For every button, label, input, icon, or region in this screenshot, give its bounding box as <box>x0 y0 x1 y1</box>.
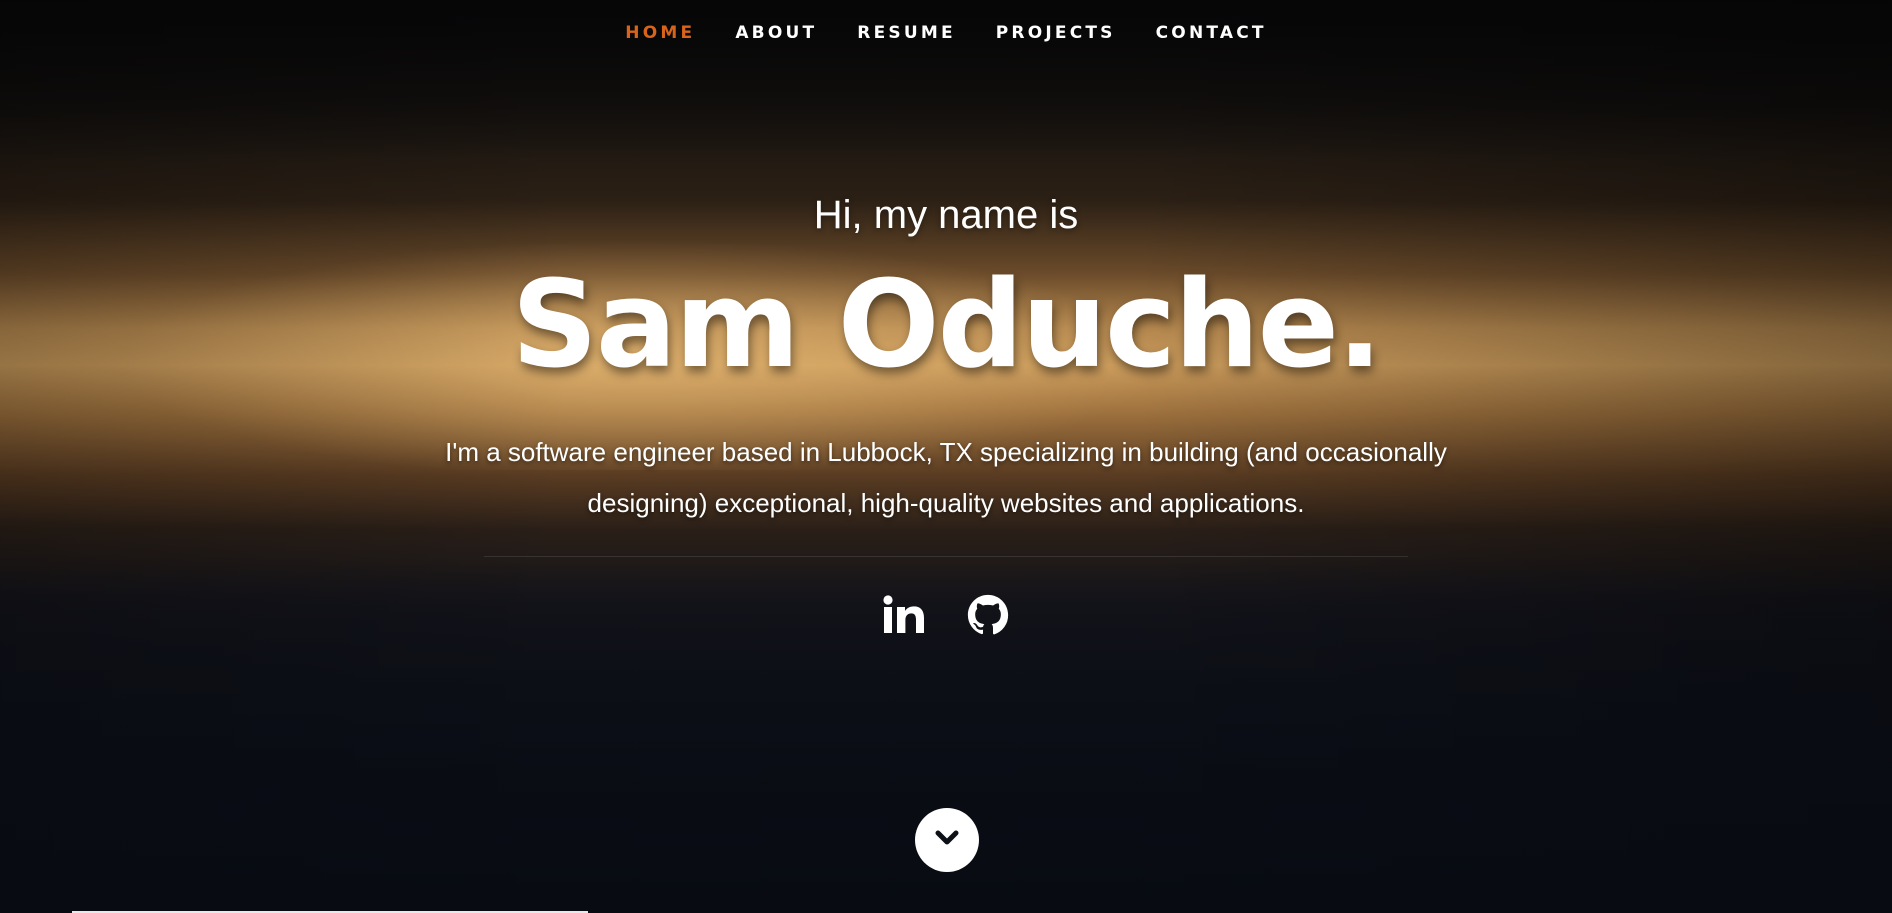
page: HOME ABOUT RESUME PROJECTS CONTACT Hi, m… <box>0 0 1892 913</box>
social-links <box>0 592 1892 638</box>
linkedin-icon <box>882 595 926 635</box>
nav-resume[interactable]: RESUME <box>857 23 955 43</box>
hero-name: Sam Oduche. <box>511 256 1382 395</box>
chevron-down-icon <box>932 823 962 858</box>
github-link[interactable] <box>965 592 1011 638</box>
linkedin-link[interactable] <box>881 592 927 638</box>
nav-projects[interactable]: PROJECTS <box>996 23 1116 43</box>
nav-home[interactable]: HOME <box>625 23 695 43</box>
main-nav: HOME ABOUT RESUME PROJECTS CONTACT <box>0 0 1892 66</box>
github-icon <box>967 594 1009 636</box>
hero-bio: I'm a software engineer based in Lubbock… <box>445 437 1447 518</box>
hero-divider <box>484 556 1408 557</box>
nav-contact[interactable]: CONTACT <box>1156 23 1267 43</box>
nav-about[interactable]: ABOUT <box>735 23 817 43</box>
hero-greeting: Hi, my name is <box>813 193 1079 237</box>
scroll-down-button[interactable] <box>915 808 979 872</box>
